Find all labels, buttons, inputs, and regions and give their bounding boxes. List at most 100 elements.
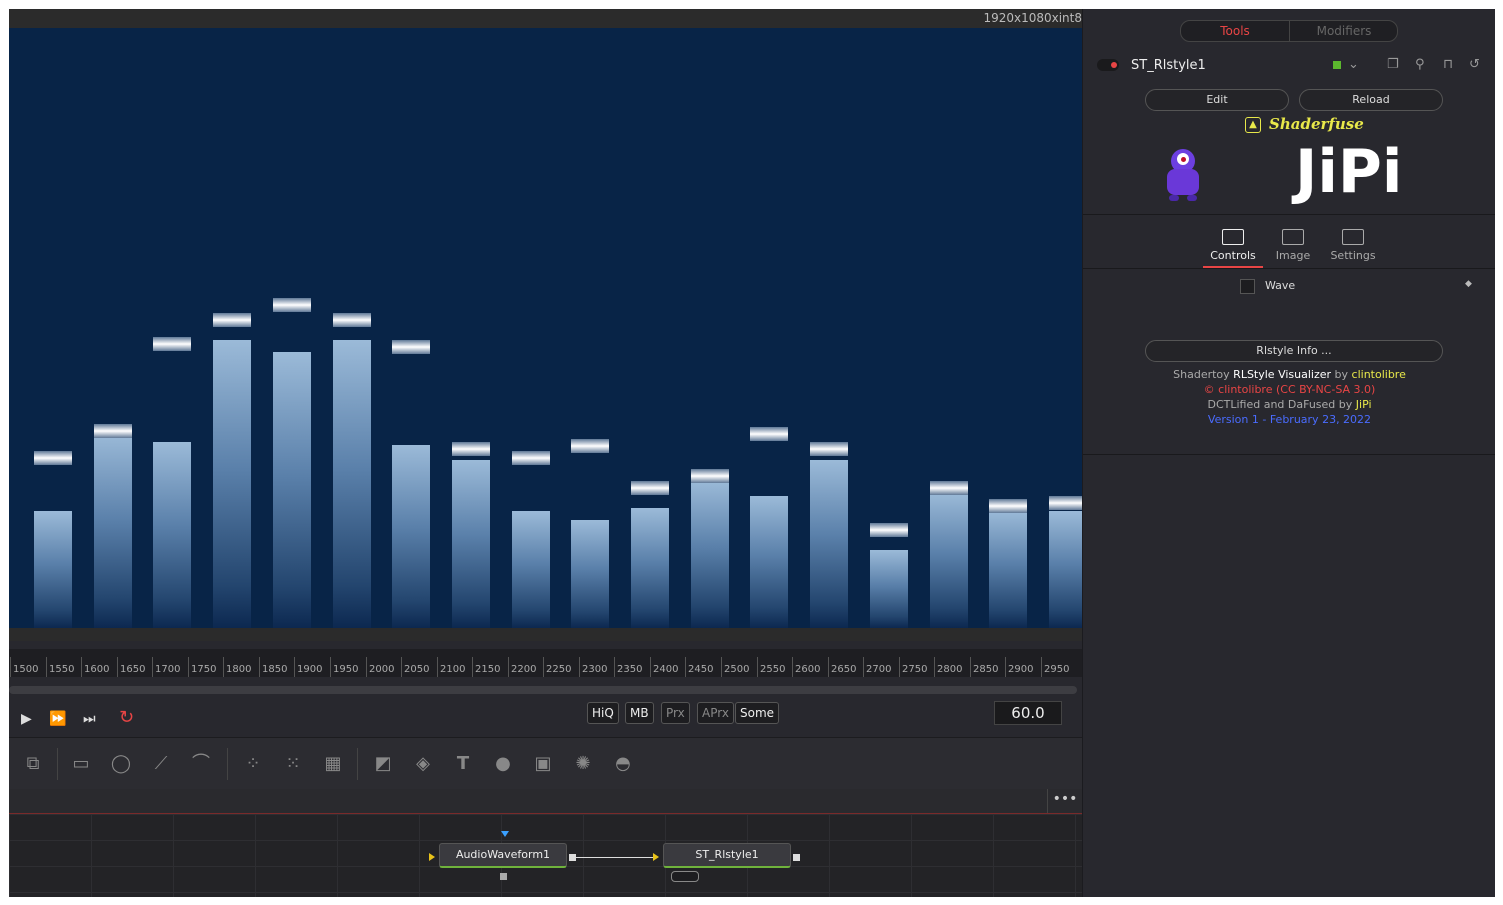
- chevron-down-icon[interactable]: ⌄: [1348, 57, 1359, 72]
- resolution-label: 1920x1080xint8: [983, 11, 1082, 25]
- spectrum-bar: [392, 445, 430, 628]
- particle-emitter-icon[interactable]: ⁘: [241, 754, 265, 774]
- keyframe-diamond-icon[interactable]: ◆: [1465, 279, 1472, 289]
- polygon-mask-icon[interactable]: ⟋: [149, 754, 173, 774]
- divider: [357, 748, 358, 780]
- jipi-link[interactable]: JiPi: [1356, 398, 1372, 411]
- enabled-dot-icon: [1111, 62, 1117, 68]
- spectrum-bar: [870, 550, 908, 628]
- pin-icon[interactable]: ⚲: [1415, 57, 1425, 72]
- ruler-tick: 1800: [223, 657, 251, 677]
- spectrum-bar: [810, 460, 848, 628]
- spectrum-bar: [750, 496, 788, 628]
- reload-button[interactable]: Reload: [1299, 89, 1443, 111]
- bspline-mask-icon[interactable]: ⌒: [189, 754, 213, 774]
- loop-icon[interactable]: ↻: [119, 707, 134, 728]
- ruler-tick: 1600: [81, 657, 109, 677]
- spectrum-peak-cap: [512, 451, 550, 465]
- ruler-tick: 1900: [294, 657, 322, 677]
- transport-bar: ▶ ⏩ ⏭ ↻ HiQ MB Prx APrx Some 60.0: [9, 699, 1082, 737]
- wave-checkbox[interactable]: [1240, 279, 1255, 294]
- node-audiowaveform[interactable]: AudioWaveform1: [439, 843, 567, 868]
- tab-tools[interactable]: Tools: [1181, 21, 1289, 41]
- spectrum-bar: [1049, 511, 1082, 628]
- ruler-tick: 2950: [1041, 657, 1069, 677]
- node-editor[interactable]: AudioWaveform1 ST_Rlstyle1: [9, 814, 1082, 897]
- viewer[interactable]: 1920x1080xint8: [9, 9, 1082, 641]
- ruler-tick: 2350: [614, 657, 642, 677]
- ruler-tick: 2500: [721, 657, 749, 677]
- node-st-rlstyle[interactable]: ST_Rlstyle1: [663, 843, 791, 868]
- shaderfuse-brand[interactable]: Shaderfuse: [1269, 115, 1364, 133]
- hiq-button[interactable]: HiQ: [587, 702, 619, 724]
- versions-icon[interactable]: ❐: [1387, 57, 1399, 72]
- node-extra-inputs[interactable]: [671, 871, 699, 882]
- spotlight-3d-icon[interactable]: ✺: [571, 754, 595, 774]
- viewer-canvas[interactable]: [9, 28, 1082, 628]
- aprx-button[interactable]: APrx: [697, 702, 734, 724]
- current-frame-field[interactable]: 60.0: [994, 701, 1062, 725]
- tab-modifiers[interactable]: Modifiers: [1289, 21, 1397, 41]
- divider: [227, 748, 228, 780]
- ruler-tick: 2550: [757, 657, 785, 677]
- background-tool-icon[interactable]: ⧉: [21, 754, 45, 774]
- spectrum-bar: [153, 442, 191, 628]
- some-button[interactable]: Some: [735, 702, 780, 724]
- mb-button[interactable]: MB: [625, 702, 654, 724]
- spectrum-peak-cap: [750, 427, 788, 441]
- tab-controls[interactable]: Controls: [1203, 229, 1263, 262]
- tab-image[interactable]: Image: [1263, 229, 1323, 262]
- fusion-window: 1920x1080xint8 1500 1550 1600 1650 1700 1750 1…: [9, 9, 1495, 897]
- tool-header: ST_Rlstyle1 ⌄ ❐ ⚲ ⊓ ↺: [1083, 54, 1495, 78]
- node-input-marker-icon: [501, 831, 509, 837]
- particle-merge-icon[interactable]: ▦: [321, 754, 345, 774]
- time-scrubber[interactable]: [9, 686, 1077, 694]
- shape-3d-icon[interactable]: ◈: [411, 754, 435, 774]
- ruler-tick: 2400: [650, 657, 678, 677]
- divider: [1083, 454, 1495, 455]
- tab-settings[interactable]: Settings: [1323, 229, 1383, 262]
- rectangle-mask-icon[interactable]: ▭: [69, 754, 93, 774]
- edit-button[interactable]: Edit: [1145, 89, 1289, 111]
- spectrum-peak-cap: [213, 313, 251, 327]
- ellipse-mask-icon[interactable]: ◯: [109, 754, 133, 774]
- skip-end-icon[interactable]: ⏭: [83, 711, 96, 727]
- ruler-tick: 2050: [401, 657, 429, 677]
- lock-icon[interactable]: ⊓: [1443, 57, 1453, 72]
- node-output-port[interactable]: [793, 854, 800, 861]
- author-link[interactable]: clintolibre: [1352, 368, 1406, 381]
- rlstyle-info-button[interactable]: Rlstyle Info ...: [1145, 340, 1443, 362]
- spectrum-peak-cap: [34, 451, 72, 465]
- ruler-tick: 2450: [685, 657, 713, 677]
- tool-color-swatch[interactable]: [1333, 61, 1341, 69]
- ruler-tick: 1750: [188, 657, 216, 677]
- license-line[interactable]: © clintolibre (CC BY-NC-SA 3.0): [1083, 382, 1495, 397]
- text-3d-icon[interactable]: T: [451, 754, 475, 774]
- fast-forward-icon[interactable]: ⏩: [49, 711, 66, 727]
- prx-button[interactable]: Prx: [661, 702, 690, 724]
- spectrum-peak-cap: [1049, 496, 1082, 510]
- ruler-tick: 1650: [117, 657, 145, 677]
- ruler-tick: 2100: [437, 657, 465, 677]
- reset-icon[interactable]: ↺: [1469, 57, 1480, 72]
- time-ruler[interactable]: 1500 1550 1600 1650 1700 1750 1800 1850 1900 1950…: [9, 649, 1082, 677]
- particle-render-icon[interactable]: ⁙: [281, 754, 305, 774]
- camera-3d-icon[interactable]: ▣: [531, 754, 555, 774]
- version-line[interactable]: Version 1 - February 23, 2022: [1083, 412, 1495, 427]
- renderer-3d-icon[interactable]: ◓: [611, 754, 635, 774]
- spectrum-peak-cap: [870, 523, 908, 537]
- ruler-tick: 2150: [472, 657, 500, 677]
- play-icon[interactable]: ▶: [21, 711, 32, 727]
- spectrum-bar: [333, 340, 371, 628]
- spectrum-peak-cap: [392, 340, 430, 354]
- node-mask-port[interactable]: [500, 873, 507, 880]
- merge-3d-icon[interactable]: ●: [491, 754, 515, 774]
- node-output-port[interactable]: [569, 854, 576, 861]
- shaderfuse-logo-icon: ▲: [1245, 117, 1261, 133]
- image-plane-3d-icon[interactable]: ◩: [371, 754, 395, 774]
- shader-title-link[interactable]: RLStyle Visualizer: [1233, 368, 1331, 381]
- ruler-tick: 2000: [366, 657, 394, 677]
- jipi-logo-text: JiPi: [1295, 137, 1403, 207]
- more-options-button[interactable]: •••: [1047, 789, 1082, 813]
- spectrum-peak-cap: [631, 481, 669, 495]
